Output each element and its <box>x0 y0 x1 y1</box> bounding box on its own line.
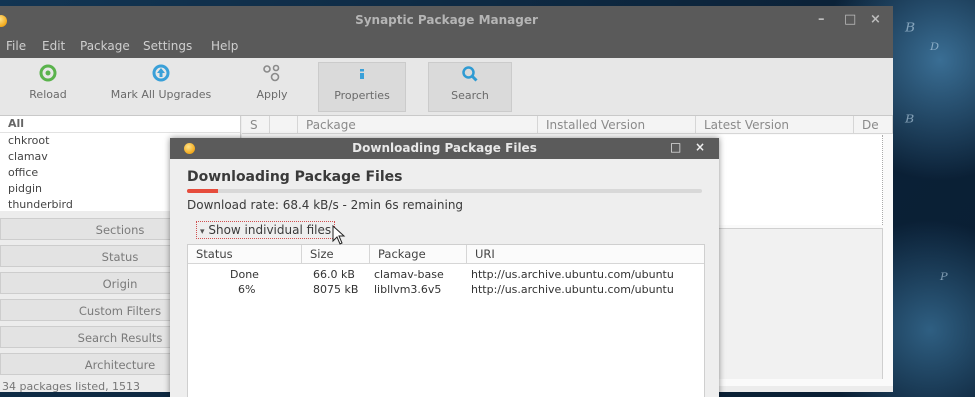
mouse-cursor-icon <box>332 225 346 245</box>
column-header-package[interactable]: Package <box>298 116 538 134</box>
file-column-package[interactable]: Package <box>370 245 467 264</box>
search-label: Search <box>451 89 489 102</box>
menu-package[interactable]: Package <box>80 39 130 53</box>
upgrade-icon <box>152 64 170 82</box>
menu-settings[interactable]: Settings <box>143 39 192 53</box>
apply-icon <box>263 64 280 82</box>
show-files-expander[interactable]: ▾ Show individual files <box>196 221 336 239</box>
reload-label: Reload <box>29 88 67 101</box>
menu-file[interactable]: File <box>6 39 26 53</box>
maximize-button[interactable]: □ <box>844 12 856 27</box>
expander-arrow-icon: ▾ <box>200 227 205 237</box>
file-column-uri[interactable]: URI <box>467 245 704 264</box>
dialog-maximize-button[interactable]: □ <box>670 140 681 154</box>
toolbar: Reload Mark All Upgrades Apply Propertie… <box>0 58 893 116</box>
wallpaper-decoration: ᴮ <box>905 110 915 134</box>
filter-list-header[interactable]: All <box>0 116 240 133</box>
menu-edit[interactable]: Edit <box>42 39 65 53</box>
column-header-latest-version[interactable]: Latest Version <box>696 116 854 134</box>
dialog-title: Downloading Package Files <box>352 141 537 155</box>
download-progress-bar <box>187 189 702 193</box>
row-size: 8075 kB <box>313 283 359 296</box>
properties-label: Properties <box>334 89 390 102</box>
status-bar-text: 34 packages listed, 1513 <box>2 380 141 392</box>
row-uri: http://us.archive.ubuntu.com/ubuntu <box>471 283 674 296</box>
file-column-status[interactable]: Status <box>188 245 302 264</box>
mark-all-upgrades-label: Mark All Upgrades <box>110 88 212 101</box>
download-rate-text: Download rate: 68.4 kB/s - 2min 6s remai… <box>187 198 464 212</box>
main-titlebar[interactable]: Synaptic Package Manager – □ × <box>0 6 893 36</box>
apply-label: Apply <box>256 88 288 101</box>
column-header-description[interactable]: De <box>854 116 893 134</box>
window-title: Synaptic Package Manager <box>355 13 538 27</box>
dialog-heading: Downloading Package Files <box>187 169 403 185</box>
column-header-installed-version[interactable]: Installed Version <box>538 116 696 134</box>
mark-all-upgrades-button[interactable]: Mark All Upgrades <box>96 62 226 110</box>
menu-help[interactable]: Help <box>211 39 238 53</box>
row-status: 6% <box>238 283 256 296</box>
wallpaper-decoration: ᴮ <box>905 20 916 45</box>
reload-button[interactable]: Reload <box>18 62 78 110</box>
column-header-status[interactable]: S <box>242 116 270 134</box>
dialog-titlebar[interactable]: Downloading Package Files □ × <box>170 138 719 159</box>
download-dialog: Downloading Package Files □ × Downloadin… <box>170 138 719 397</box>
file-table: Status Size Package URI Done 66.0 kB cla… <box>187 244 705 397</box>
progress-fill <box>187 189 218 193</box>
row-package: libllvm3.6v5 <box>374 283 442 296</box>
row-size: 66.0 kB <box>313 268 355 281</box>
row-package: clamav-base <box>374 268 444 281</box>
properties-button[interactable]: Properties <box>318 62 406 112</box>
file-column-size[interactable]: Size <box>302 245 370 264</box>
wallpaper-decoration: ᴾ <box>940 270 948 291</box>
properties-icon <box>360 69 364 79</box>
row-status: Done <box>230 268 259 281</box>
column-header-blank[interactable] <box>270 116 298 134</box>
menubar: File Edit Package Settings Help <box>0 36 893 58</box>
dialog-close-button[interactable]: × <box>695 140 705 154</box>
close-button[interactable]: × <box>870 12 881 27</box>
apply-button[interactable]: Apply <box>244 62 300 110</box>
search-icon <box>462 66 478 82</box>
minimize-button[interactable]: – <box>818 12 825 27</box>
row-uri: http://us.archive.ubuntu.com/ubuntu <box>471 268 674 281</box>
wallpaper-decoration: ᴰ <box>930 40 940 61</box>
search-button[interactable]: Search <box>428 62 512 112</box>
expander-label: Show individual files <box>208 223 332 237</box>
reload-icon <box>39 64 57 82</box>
